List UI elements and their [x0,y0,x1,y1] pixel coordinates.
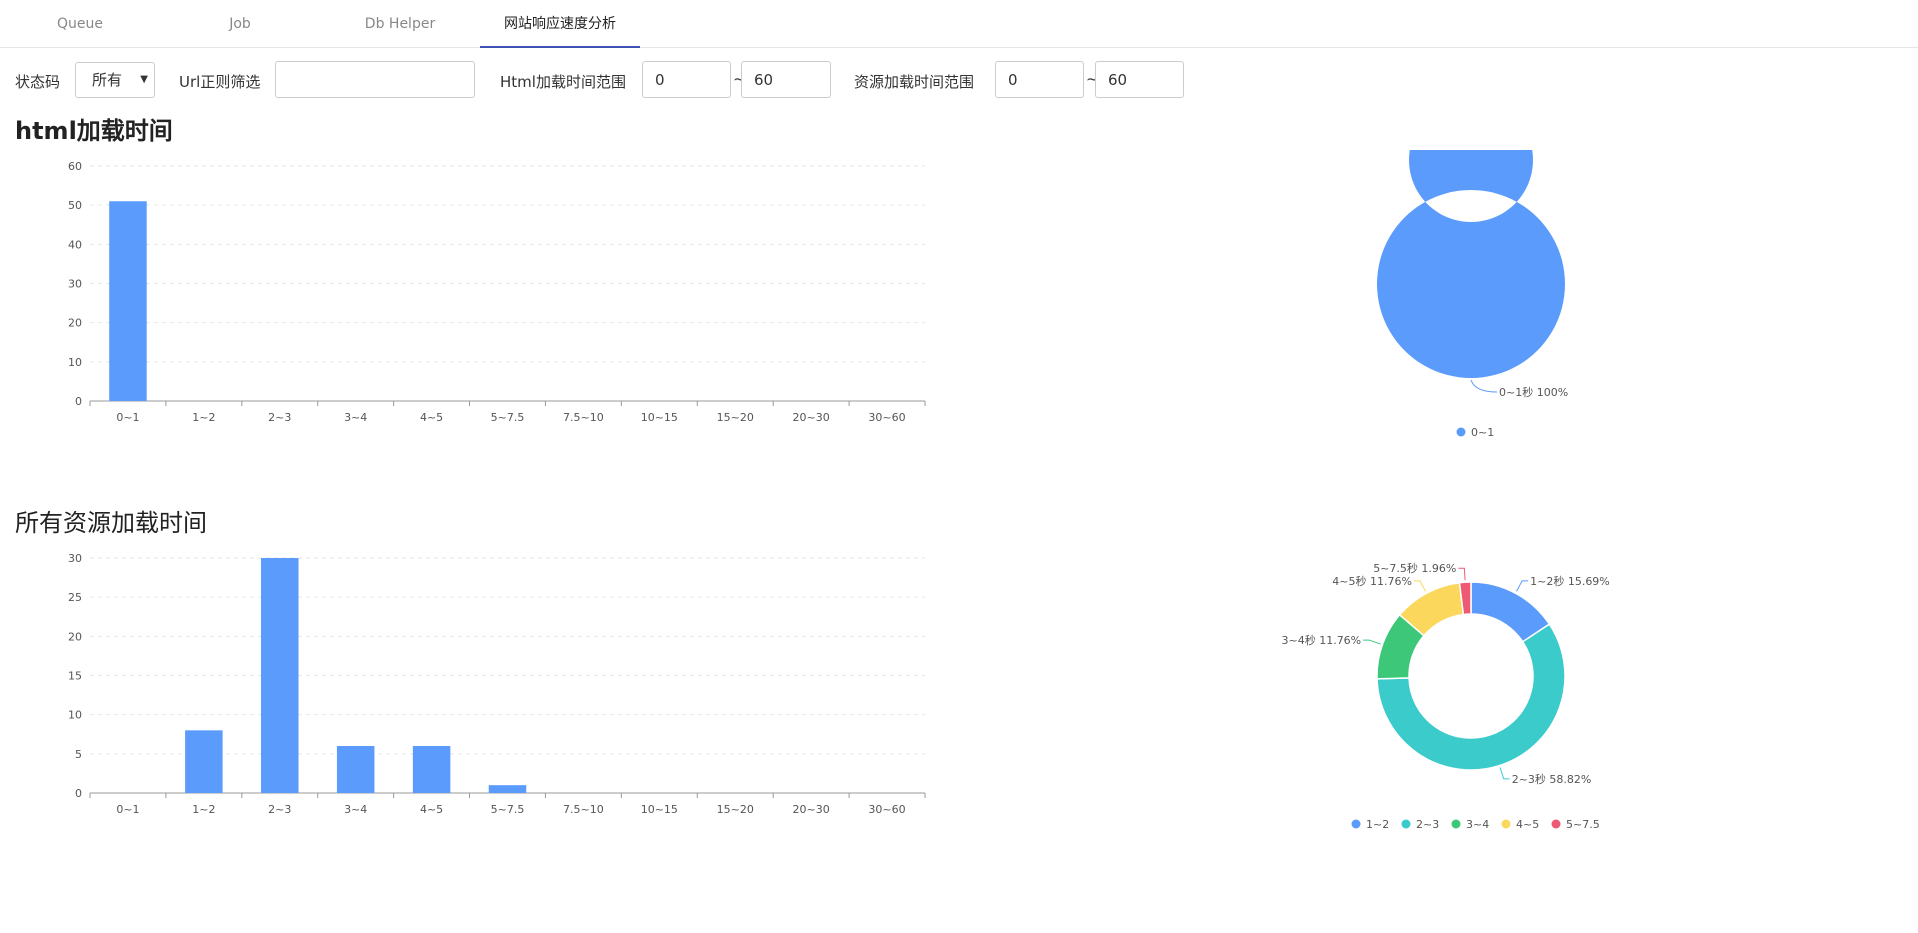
html-bar-xtick-label: 2~3 [268,411,291,424]
resource-bar-xtick-label: 15~20 [717,803,754,816]
resource-donut-legend-label[interactable]: 5~7.5 [1566,818,1600,831]
html-bar-xtick-label: 20~30 [793,411,830,424]
html-donut-slice-label: 0~1秒 100% [1499,385,1568,399]
html-bar-ytick-label: 60 [68,160,82,173]
tab-speed-analysis[interactable]: 网站响应速度分析 [480,0,640,48]
resource-bar-ytick-label: 0 [75,787,82,800]
html-bar-xtick-label: 3~4 [344,411,367,424]
resource-bar-bar[interactable] [336,746,375,793]
html-min-input[interactable] [642,61,731,98]
html-donut-legend-label[interactable]: 0~1 [1471,426,1494,439]
resource-donut-slice-label: 2~3秒 58.82% [1512,772,1592,786]
resource-donut-label-line [1413,580,1427,592]
resource-max-input[interactable] [1095,61,1184,98]
resource-donut-label-line [1458,567,1466,581]
resource-donut-legend-label[interactable]: 1~2 [1366,818,1389,831]
html-bar-ytick-label: 50 [68,199,82,212]
resource-donut-legend-marker[interactable] [1501,819,1511,829]
resource-donut-legend-marker[interactable] [1551,819,1561,829]
resource-bar-xtick-label: 10~15 [641,803,678,816]
resource-bar-xtick-label: 20~30 [793,803,830,816]
resource-bar-xtick-label: 5~7.5 [491,803,525,816]
resource-bar-xtick-label: 7.5~10 [563,803,604,816]
html-bar-ytick-label: 40 [68,238,82,251]
status-code-value: 所有 [92,71,123,89]
html-bar-xtick-label: 30~60 [868,411,905,424]
resource-bar-xtick-label: 1~2 [192,803,215,816]
html-load-bar-chart: 0 10 20 30 40 50 60 0~1 1~2 2~3 3~4 4~5 5~7.5 7.5~10 1… [68,160,926,424]
html-bar-xtick-label: 4~5 [420,411,443,424]
url-filter-label: Url正则筛选 [179,73,261,91]
tab-db-helper[interactable]: Db Helper [320,0,480,48]
html-donut-label-line [1470,379,1498,393]
resource-donut-legend-marker[interactable] [1451,819,1461,829]
html-bar-bar[interactable] [109,201,147,401]
resource-min-input[interactable] [995,61,1084,98]
resource-bar-ytick-label: 20 [68,630,82,643]
html-max-input[interactable] [741,61,831,98]
html-bar-ytick-label: 20 [68,317,82,330]
html-bar-xtick-label: 0~1 [116,411,139,424]
status-code-select[interactable]: 所有 ▼ [75,62,155,98]
resource-donut-legend-label[interactable]: 2~3 [1416,818,1439,831]
resource-bar-ytick-label: 10 [68,709,82,722]
html-bar-ytick-label: 0 [75,395,82,408]
resource-donut-legend-label[interactable]: 3~4 [1466,818,1489,831]
caret-down-icon: ▼ [140,74,148,85]
resource-donut-legend-marker[interactable] [1351,819,1361,829]
resource-bar-xtick-label: 30~60 [868,803,905,816]
html-load-title: html加载时间 [15,117,173,145]
status-code-label: 状态码 [15,73,61,91]
tab-queue[interactable]: Queue [0,0,160,48]
html-donut-slice[interactable] [1377,150,1565,378]
resource-bar-ytick-label: 5 [75,748,82,761]
html-load-donut-chart: 0~1秒 100% 0~1 [1377,150,1568,439]
resource-bar-xtick-label: 4~5 [420,803,443,816]
resource-range-label: 资源加载时间范围 [854,73,975,91]
html-bar-ytick-label: 10 [68,356,82,369]
resource-bar-bar[interactable] [261,558,299,793]
resource-load-donut-chart: 1~2秒 15.69% 2~3秒 58.82% 3~4秒 11.76% 4~5秒 11… [1281,561,1610,831]
filter-bar: 状态码 所有 ▼ Url正则筛选 Html加载时间范围 ~ 资源加载时间范围 ~ [0,60,1918,100]
resource-donut-legend-label[interactable]: 4~5 [1516,818,1539,831]
tab-bar: Queue Job Db Helper 网站响应速度分析 [0,0,1918,48]
tab-job[interactable]: Job [160,0,320,48]
resource-donut-slice-label: 3~4秒 11.76% [1281,633,1361,647]
resource-donut-slice-label: 5~7.5秒 1.96% [1373,561,1456,575]
html-bar-xtick-label: 5~7.5 [491,411,525,424]
resource-donut-legend-marker[interactable] [1401,819,1411,829]
resource-bar-ytick-label: 30 [68,552,82,565]
resource-bar-ytick-label: 25 [68,591,82,604]
resource-load-title: 所有资源加载时间 [15,509,207,537]
resource-load-bar-chart: 0 5 10 15 20 25 30 0~1 1~2 2~3 3~4 4~5 5~7.5 7.5~10 10… [68,552,926,816]
resource-donut-slice-label: 4~5秒 11.76% [1332,574,1412,588]
url-regex-input[interactable] [275,61,475,98]
resource-donut-label-line [1515,580,1529,592]
html-bar-ytick-label: 30 [68,278,82,291]
resource-donut-label-line [1363,639,1381,645]
resource-bar-bar[interactable] [185,730,223,793]
resource-bar-ytick-label: 15 [68,670,82,683]
resource-bar-xtick-label: 2~3 [268,803,291,816]
html-bar-xtick-label: 1~2 [192,411,215,424]
resource-bar-xtick-label: 0~1 [116,803,139,816]
html-bar-xtick-label: 15~20 [717,411,754,424]
html-donut-legend-marker[interactable] [1456,427,1466,437]
resource-bar-bar[interactable] [488,785,527,793]
resource-donut-slice-label: 1~2秒 15.69% [1530,574,1610,588]
resource-bar-xtick-label: 3~4 [344,803,367,816]
html-bar-xtick-label: 10~15 [641,411,678,424]
html-bar-xtick-label: 7.5~10 [563,411,604,424]
html-range-label: Html加载时间范围 [500,73,626,91]
resource-donut-label-line [1499,767,1510,780]
resource-bar-bar[interactable] [412,746,451,793]
